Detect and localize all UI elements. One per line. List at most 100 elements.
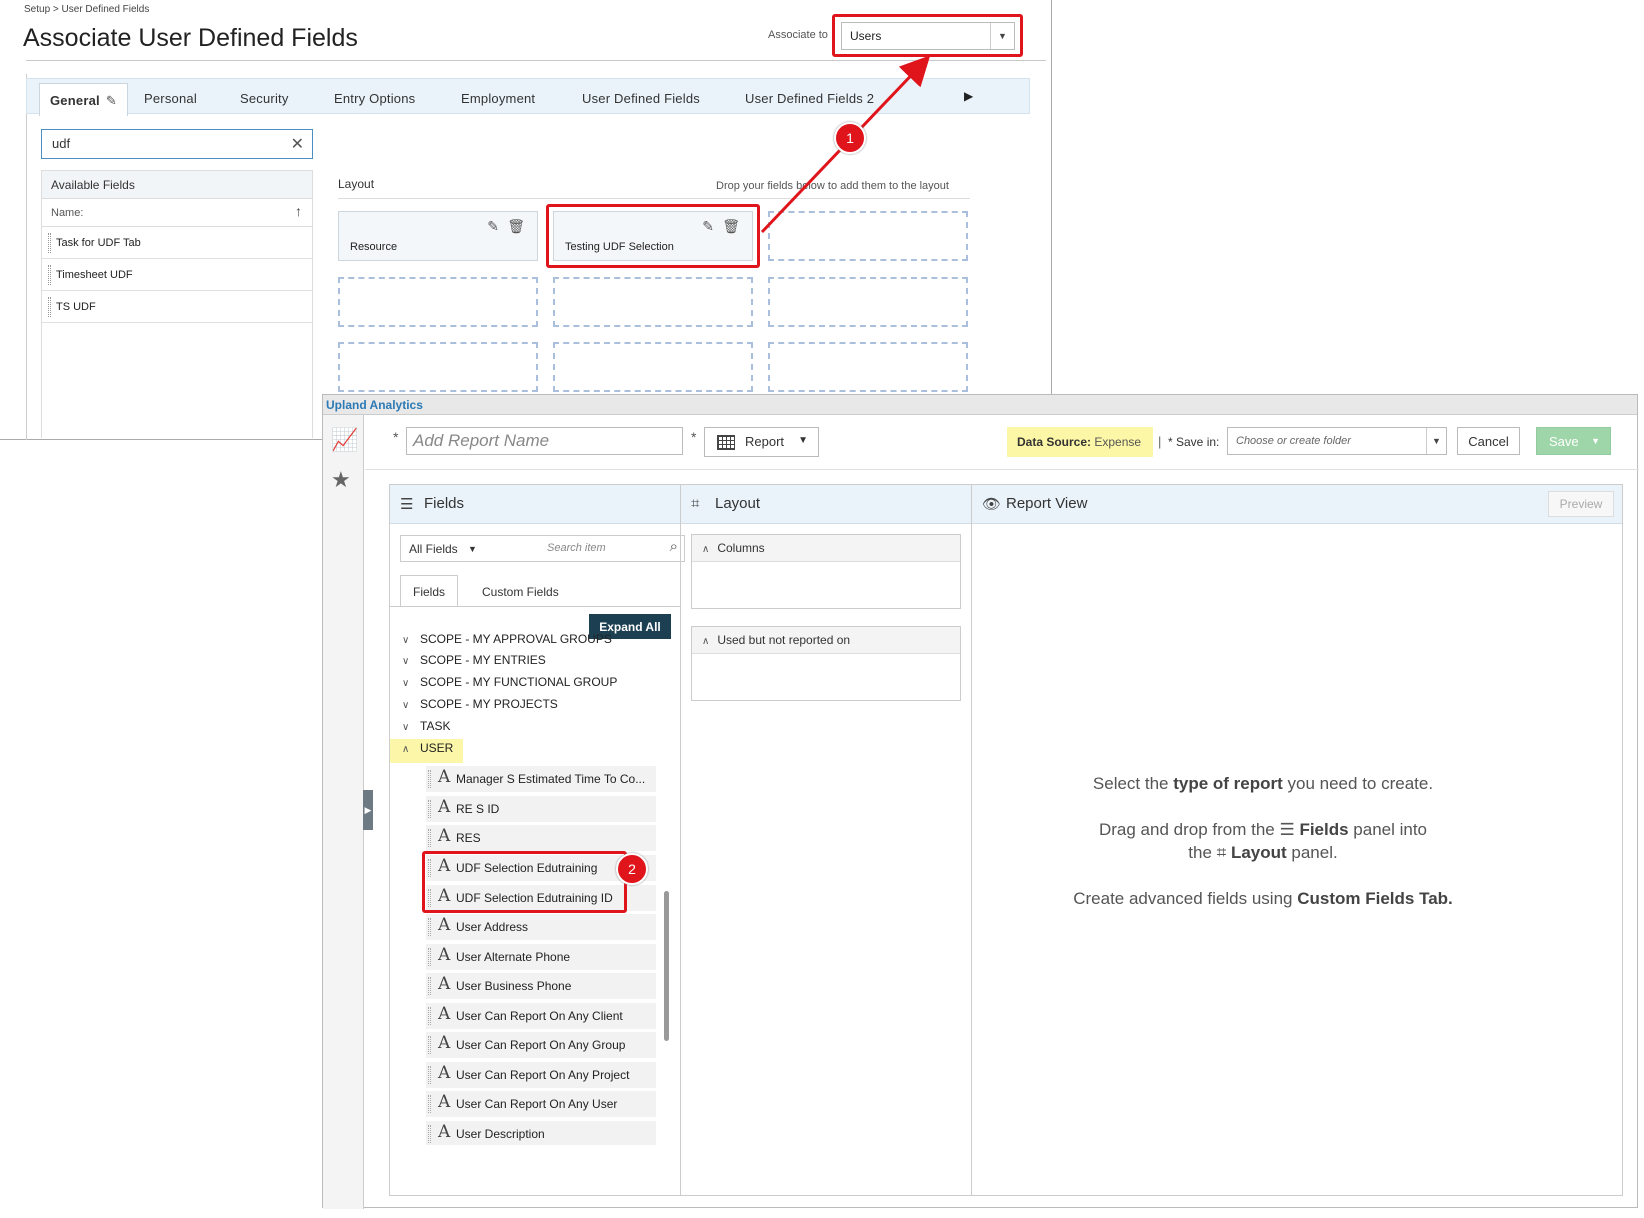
table-icon — [717, 435, 735, 450]
scrollbar[interactable] — [664, 891, 669, 1041]
field-item[interactable]: A User Can Report On Any Group — [426, 1032, 656, 1058]
search-input[interactable]: Search item — [547, 542, 606, 554]
trash-icon[interactable]: 🗑 — [507, 218, 525, 235]
report-type-select[interactable]: Report ▼ — [704, 427, 819, 457]
columns-label: Columns — [717, 541, 765, 555]
preview-button[interactable]: Preview — [1548, 491, 1614, 517]
drag-handle-icon[interactable] — [428, 1036, 431, 1054]
list-item[interactable]: TS UDF — [42, 291, 312, 323]
field-item[interactable]: A RE S ID — [426, 796, 656, 822]
tree-item[interactable]: ∨ SCOPE - MY ENTRIES — [402, 653, 546, 667]
drop-slot[interactable] — [553, 342, 753, 392]
chevron-down-icon[interactable]: ▼ — [1426, 428, 1446, 454]
tab-employment[interactable]: Employment — [461, 91, 535, 106]
tree-item[interactable]: ∨ SCOPE - MY FUNCTIONAL GROUP — [402, 675, 617, 689]
chevron-down-icon[interactable]: ▼ — [468, 544, 477, 554]
drop-slot[interactable] — [768, 342, 968, 392]
drag-handle-icon[interactable] — [428, 948, 431, 966]
layout-field-card[interactable]: ✎ 🗑 Resource — [338, 211, 538, 261]
name-sort-row[interactable]: Name: ↑ — [42, 199, 312, 227]
used-not-reported-header[interactable]: ∧ Used but not reported on — [692, 627, 960, 654]
field-item[interactable]: A User Description — [426, 1121, 656, 1145]
field-item[interactable]: A RES — [426, 825, 656, 851]
report-name-input[interactable]: Add Report Name — [406, 427, 683, 455]
chevron-up-icon: ∧ — [702, 636, 710, 647]
chevron-up-icon: ∧ — [402, 744, 410, 755]
folder-select[interactable]: Choose or create folder ▼ — [1227, 427, 1447, 455]
hint-text: panel. — [1286, 843, 1338, 862]
hint-line: Drag and drop from the ☰ Fields panel in… — [972, 820, 1554, 840]
list-item[interactable]: Task for UDF Tab — [42, 227, 312, 259]
tree-item-user[interactable]: ∧ USER — [402, 741, 453, 755]
drag-handle-icon[interactable] — [428, 918, 431, 936]
tree-item-partial[interactable]: ∨ SCOPE - MY APPROVAL GROUPS — [402, 632, 612, 646]
tab-custom-fields[interactable]: Custom Fields — [482, 585, 559, 599]
chevron-down-icon[interactable]: ▼ — [1591, 436, 1600, 446]
chart-icon[interactable]: 📈 — [331, 427, 358, 453]
field-item[interactable]: A Manager S Estimated Time To Co... — [426, 766, 656, 792]
caret-right-icon[interactable]: ▶ — [964, 89, 973, 103]
save-button[interactable]: Save ▼ — [1536, 427, 1611, 455]
drop-slot[interactable] — [553, 277, 753, 327]
drag-handle-icon[interactable] — [428, 1007, 431, 1025]
app-title: Upland Analytics — [323, 395, 1637, 415]
tab-general[interactable]: General ✎ — [39, 83, 128, 116]
search-input[interactable]: udf ✕ — [41, 129, 313, 159]
tab-entry-options[interactable]: Entry Options — [334, 91, 415, 106]
drop-slot[interactable] — [338, 277, 538, 327]
breadcrumb[interactable]: Setup > User Defined Fields — [24, 4, 149, 15]
field-label: User Can Report On Any Client — [456, 1009, 623, 1023]
sidebar-expand-handle[interactable]: ▶ — [363, 790, 373, 830]
search-icon[interactable]: ⌕ — [670, 538, 678, 555]
cancel-button[interactable]: Cancel — [1457, 427, 1520, 455]
columns-panel[interactable]: ∧ Columns — [691, 534, 961, 609]
list-item[interactable]: Timesheet UDF — [42, 259, 312, 291]
field-label: User Can Report On Any Project — [456, 1068, 630, 1082]
drag-handle-icon[interactable] — [428, 1125, 431, 1143]
tree-label: TASK — [420, 719, 451, 733]
drag-handle-icon[interactable] — [48, 265, 51, 285]
drag-handle-icon[interactable] — [48, 297, 51, 317]
field-label: RES — [456, 831, 481, 845]
drop-slot[interactable] — [338, 342, 538, 392]
hint-text: the — [1188, 843, 1217, 862]
tab-personal[interactable]: Personal — [144, 91, 197, 106]
drag-handle-icon[interactable] — [428, 1066, 431, 1084]
sort-arrow-icon[interactable]: ↑ — [295, 203, 302, 219]
text-type-icon: A — [438, 1063, 451, 1083]
text-type-icon: A — [438, 1004, 451, 1024]
close-icon[interactable]: ✕ — [291, 134, 304, 154]
callout-highlight-associate — [832, 14, 1023, 57]
tree-label: SCOPE - MY FUNCTIONAL GROUP — [420, 675, 618, 689]
field-item[interactable]: A User Business Phone — [426, 973, 656, 999]
drag-handle-icon[interactable] — [428, 829, 431, 847]
field-item[interactable]: A User Can Report On Any Project — [426, 1062, 656, 1088]
drag-handle-icon[interactable] — [428, 1095, 431, 1113]
field-item[interactable]: A User Can Report On Any Client — [426, 1003, 656, 1029]
hint-line: Create advanced fields using Custom Fiel… — [972, 889, 1554, 909]
field-item[interactable]: A User Address — [426, 914, 656, 940]
layout-label: Layout — [338, 177, 375, 191]
tab-security[interactable]: Security — [240, 91, 289, 106]
tab-user-defined-fields[interactable]: User Defined Fields — [582, 91, 700, 106]
star-icon[interactable]: ★ — [331, 467, 351, 493]
drop-slot[interactable] — [768, 211, 968, 261]
drag-handle-icon[interactable] — [428, 770, 431, 788]
tree-item[interactable]: ∨ SCOPE - MY PROJECTS — [402, 697, 558, 711]
drag-handle-icon[interactable] — [428, 977, 431, 995]
tab-fields[interactable]: Fields — [400, 575, 458, 607]
drag-handle-icon[interactable] — [428, 800, 431, 818]
all-fields-filter[interactable]: All Fields ▼ Search item ⌕ — [400, 535, 685, 562]
tree-label: SCOPE - MY ENTRIES — [420, 653, 546, 667]
field-label: RE S ID — [456, 802, 500, 816]
field-item[interactable]: A User Can Report On Any User — [426, 1091, 656, 1117]
field-item[interactable]: A User Alternate Phone — [426, 944, 656, 970]
drop-slot[interactable] — [768, 277, 968, 327]
used-not-reported-panel[interactable]: ∧ Used but not reported on — [691, 626, 961, 701]
pencil-icon[interactable]: ✎ — [487, 218, 499, 235]
columns-header[interactable]: ∧ Columns — [692, 535, 960, 562]
drag-handle-icon[interactable] — [48, 233, 51, 253]
tab-user-defined-fields-2[interactable]: User Defined Fields 2 — [745, 91, 874, 106]
tree-item[interactable]: ∨ TASK — [402, 719, 450, 733]
text-type-icon: A — [438, 1033, 451, 1053]
